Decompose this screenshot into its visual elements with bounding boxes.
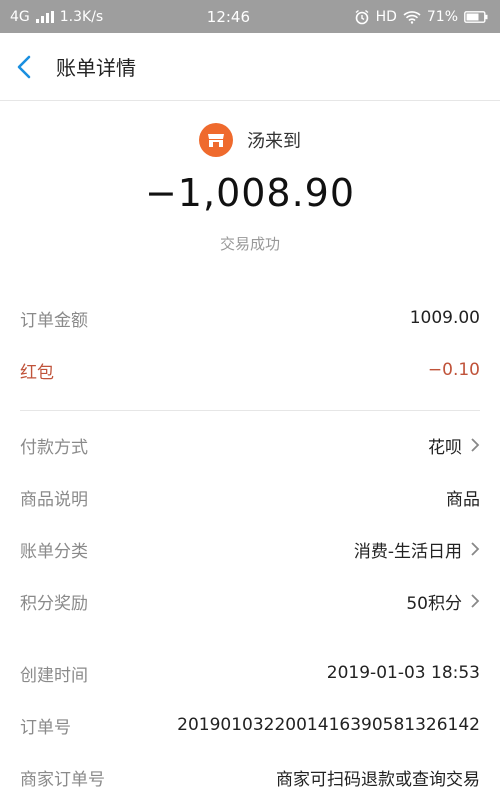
status-time: 12:46 bbox=[206, 7, 251, 26]
payment-method-row[interactable]: 付款方式 花呗 bbox=[20, 419, 480, 471]
status-left: 4G 1.3K/s bbox=[10, 9, 103, 25]
merchant-name: 汤来到 bbox=[247, 131, 301, 152]
amount-section: 订单金额 1009.00 红包 −0.10 bbox=[0, 292, 500, 396]
order-amount-label: 订单金额 bbox=[20, 310, 88, 331]
alarm-icon bbox=[355, 9, 368, 24]
nav-bar: 账单详情 bbox=[0, 33, 500, 101]
points-value: 50积分 bbox=[406, 593, 462, 614]
chevron-right-icon bbox=[471, 594, 480, 608]
signal-icon bbox=[35, 10, 54, 23]
points-value-wrap: 50积分 bbox=[406, 589, 480, 614]
product-desc-row: 商品说明 商品 bbox=[20, 471, 480, 523]
chevron-right-icon bbox=[471, 438, 480, 452]
category-value-wrap: 消费-生活日用 bbox=[354, 537, 480, 562]
points-row[interactable]: 积分奖励 50积分 bbox=[20, 575, 480, 627]
battery-percent: 71% bbox=[426, 8, 458, 25]
product-desc-value: 商品 bbox=[446, 489, 480, 510]
created-time-value: 2019-01-03 18:53 bbox=[326, 663, 480, 683]
category-label: 账单分类 bbox=[20, 541, 88, 562]
red-packet-row: 红包 −0.10 bbox=[20, 344, 480, 396]
payment-method-label: 付款方式 bbox=[20, 437, 88, 458]
details-section: 付款方式 花呗 商品说明 商品 账单分类 消费-生活日用 积分奖励 50积分 创… bbox=[0, 419, 500, 803]
wifi-icon bbox=[403, 10, 421, 24]
created-time-row: 创建时间 2019-01-03 18:53 bbox=[20, 647, 480, 699]
transaction-status: 交易成功 bbox=[219, 235, 280, 253]
payment-method-value-wrap: 花呗 bbox=[428, 433, 480, 458]
merchant-order-row[interactable]: 商家订单号 商家可扫码退款或查询交易 bbox=[20, 751, 480, 803]
chevron-right-icon bbox=[471, 542, 480, 556]
order-amount-row: 订单金额 1009.00 bbox=[20, 292, 480, 344]
order-number-label: 订单号 bbox=[20, 717, 71, 738]
battery-icon bbox=[464, 10, 488, 23]
payment-method-value: 花呗 bbox=[428, 437, 462, 458]
hd-label: HD bbox=[375, 8, 397, 25]
order-number-row: 订单号 20190103220014163905813261­42 bbox=[20, 699, 480, 751]
red-packet-label: 红包 bbox=[20, 362, 54, 383]
merchant-order-label: 商家订单号 bbox=[20, 769, 105, 790]
chevron-left-icon bbox=[17, 55, 31, 78]
red-packet-value: −0.10 bbox=[427, 360, 480, 380]
created-time-label: 创建时间 bbox=[20, 665, 88, 686]
merchant-header: 汤来到 bbox=[0, 123, 500, 157]
back-button[interactable] bbox=[16, 47, 50, 87]
order-number-value: 20190103220014163905813261­42 bbox=[177, 715, 480, 735]
network-speed: 1.3K/s bbox=[59, 8, 104, 25]
status-right: HD 71% bbox=[354, 9, 488, 25]
product-desc-label: 商品说明 bbox=[20, 489, 88, 510]
status-bar: 4G 1.3K/s 12:46 HD 71% bbox=[0, 0, 500, 33]
transaction-amount: −1,008.90 bbox=[144, 171, 356, 215]
merchant-order-value: 商家可扫码退款或查询交易 bbox=[276, 769, 480, 790]
category-value: 消费-生活日用 bbox=[353, 541, 462, 562]
shop-icon bbox=[199, 123, 233, 157]
divider bbox=[20, 410, 480, 411]
network-label: 4G bbox=[10, 8, 30, 25]
page-title: 账单详情 bbox=[56, 56, 136, 80]
category-row[interactable]: 账单分类 消费-生活日用 bbox=[20, 523, 480, 575]
points-label: 积分奖励 bbox=[20, 593, 88, 614]
order-amount-value: 1009.00 bbox=[409, 308, 480, 328]
